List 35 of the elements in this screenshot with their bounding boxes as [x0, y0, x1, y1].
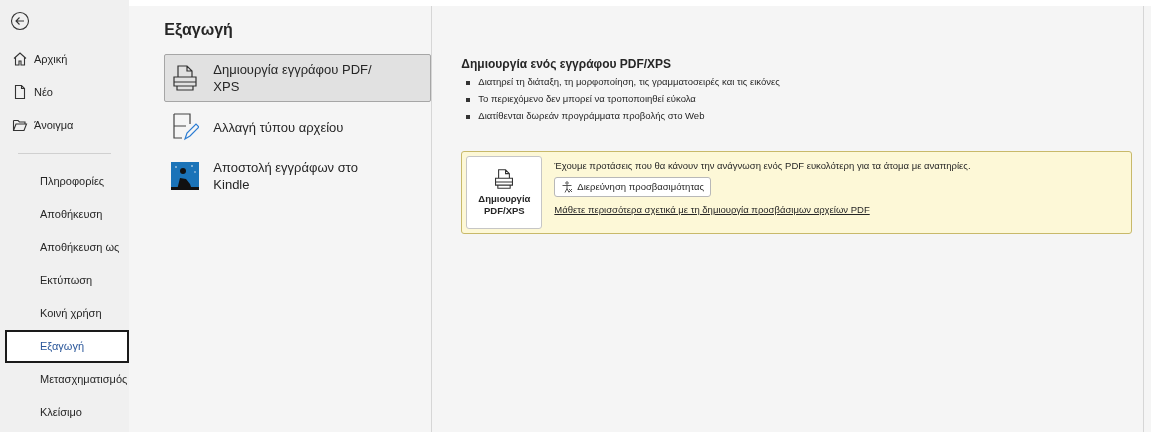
export-option[interactable]: Αλλαγή τύπου αρχείου — [164, 104, 432, 150]
bullet-icon — [466, 80, 471, 85]
sidebar-item[interactable]: Αποθήκευση — [5, 198, 130, 231]
sidebar-item[interactable]: Μετασχηματισμός — [5, 363, 130, 396]
page-title: Εξαγωγή — [164, 20, 234, 41]
printer-icon — [494, 168, 515, 190]
home-icon — [12, 51, 28, 67]
sidebar-item[interactable]: Κοινή χρήση — [5, 297, 130, 330]
bullet-icon — [466, 114, 471, 119]
accessibility-button[interactable]: Διερεύνηση προσβασιμότητας — [554, 177, 712, 198]
sidebar-item[interactable]: Εξαγωγή — [5, 330, 130, 363]
bullet-icon — [466, 97, 471, 102]
accessibility-icon — [561, 181, 574, 194]
document-icon — [12, 84, 28, 100]
sidebar-item[interactable]: Αρχική — [0, 43, 130, 75]
sidebar-item[interactable]: Άνοιγμα — [0, 109, 130, 141]
bullet-text: Διατηρεί τη διάταξη, τη μορφοποίηση, τις γραμματοσειρές και τις εικόνες — [478, 75, 780, 90]
sidebar-item[interactable]: Νέο — [0, 76, 130, 108]
reader-icon — [171, 162, 200, 190]
learn-more-link[interactable]: Μάθετε περισσότερα σχετικά με τη δημιουργία προσβάσιμων αρχείων PDF — [554, 203, 870, 218]
notice-message: Έχουμε προτάσεις που θα κάνουν την ανάγνωση ενός PDF ευκολότερη για τα άτομα με αναπηρίες. — [554, 159, 971, 173]
sidebar-item[interactable]: Πληροφορίες — [5, 165, 130, 198]
folder-icon — [12, 117, 28, 133]
create-pdf-button[interactable]: Δημιουργία PDF/XPS — [466, 156, 543, 229]
bullet-text: Το περιεχόμενο δεν μπορεί να τροποποιηθεί εύκολα — [478, 92, 696, 107]
export-option[interactable]: Δημιουργία εγγράφου PDF/ XPS — [164, 54, 432, 102]
file-edit-icon — [171, 112, 200, 142]
back-button[interactable] — [8, 9, 32, 33]
sidebar-item[interactable]: Εκτύπωση — [5, 264, 130, 297]
printer-icon — [172, 64, 199, 92]
bullet-text: Διατίθενται δωρεάν προγράμματα προβολής στο Web — [478, 109, 705, 124]
section-heading: Δημιουργία ενός εγγράφου PDF/XPS — [461, 56, 673, 73]
sidebar-item[interactable]: Κλείσιμο — [5, 396, 130, 429]
export-option[interactable]: Αποστολή εγγράφων στο Kindle — [164, 152, 432, 200]
sidebar-item[interactable]: Αποθήκευση ως — [5, 231, 130, 264]
